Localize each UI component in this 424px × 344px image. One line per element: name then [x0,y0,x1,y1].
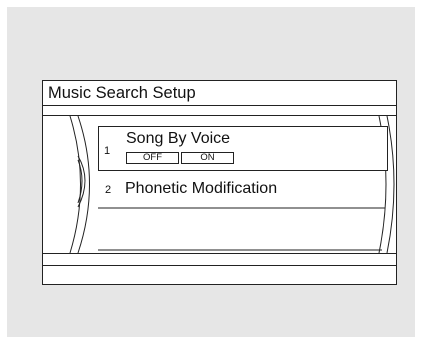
screen-title: Music Search Setup [48,84,196,102]
dial-inner-arc-left [77,115,90,254]
dial-outer-arc-right [386,115,395,254]
off-option-button[interactable]: OFF [126,152,179,164]
footer-divider-lower [43,265,396,266]
item-label: Song By Voice [126,130,231,147]
on-option-button[interactable]: ON [181,152,234,164]
footer-divider-upper [43,253,396,254]
header-divider [43,115,396,116]
menu-item-song-by-voice[interactable]: 1 Song By Voice OFF ON [98,126,388,171]
item-label: Phonetic Modification [125,180,278,197]
display-panel-background: Music Search Setup 1 Song By Voice OFF O… [7,7,415,337]
dial-knob-inner [77,159,83,204]
dial-knob-outer [77,155,86,208]
item-number: 1 [104,145,111,157]
title-bar: Music Search Setup [43,81,396,106]
dial-outer-arc-left [69,115,81,254]
item-number: 2 [105,184,112,196]
menu-item-phonetic-modification[interactable]: 2 Phonetic Modification [98,177,388,205]
music-search-setup-screen: Music Search Setup 1 Song By Voice OFF O… [42,80,397,285]
